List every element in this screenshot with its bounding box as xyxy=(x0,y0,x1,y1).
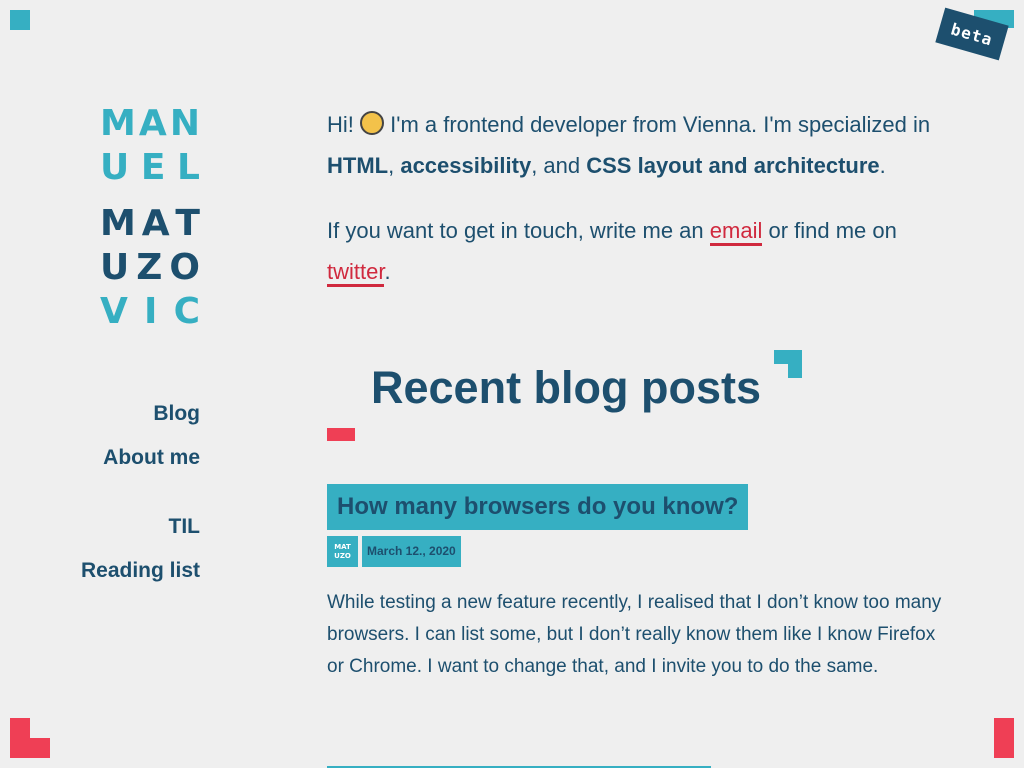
heading-bar-decoration xyxy=(327,428,355,441)
logo-letter: Z xyxy=(136,247,163,288)
main-nav: Blog About me TIL Reading list xyxy=(81,392,200,593)
logo-letter: M xyxy=(100,103,136,144)
section-heading-wrap: Recent blog posts xyxy=(327,350,947,442)
twitter-link[interactable]: twitter xyxy=(327,259,385,287)
logo-letter: U xyxy=(100,147,130,188)
skill-accessibility: accessibility xyxy=(400,153,532,178)
nav-link-blog[interactable]: Blog xyxy=(81,392,200,436)
skill-css: CSS layout and architecture xyxy=(586,153,880,178)
blog-post: How many browsers do you know? MAT UZO M… xyxy=(327,442,947,683)
greeting: Hi! xyxy=(327,112,354,137)
section-heading: Recent blog posts xyxy=(371,362,762,413)
post-title-link[interactable]: How many browsers do you know? xyxy=(327,484,749,530)
logo-line: V I C xyxy=(100,290,200,334)
contact-sentence: If you want to get in touch, write me an xyxy=(327,218,710,243)
logo-letter: N xyxy=(169,103,200,144)
skill-html: HTML xyxy=(327,153,389,178)
nav-link-about[interactable]: About me xyxy=(81,436,200,480)
main-content: Hi! I'm a frontend developer from Vienna… xyxy=(327,104,947,683)
logo-line: U Z O xyxy=(100,246,200,290)
mini-logo-text: UZO xyxy=(334,551,351,560)
intro-text: Hi! I'm a frontend developer from Vienna… xyxy=(327,104,947,186)
separator: . xyxy=(879,153,886,178)
post-meta: MAT UZO March 12., 2020 xyxy=(327,536,947,567)
corner-l-decoration xyxy=(10,718,50,758)
logo-letter: C xyxy=(173,291,200,332)
logo-letter: A xyxy=(138,103,167,144)
logo-letter: M xyxy=(100,203,136,244)
author-logo-icon: MAT UZO xyxy=(327,536,358,567)
logo-line: M A N xyxy=(100,102,200,146)
logo-letter: U xyxy=(100,247,130,288)
logo-letter: V xyxy=(100,291,128,332)
logo-letter: L xyxy=(177,147,200,188)
separator: , and xyxy=(531,153,587,178)
post-date: March 12., 2020 xyxy=(362,536,461,567)
contact-text: If you want to get in touch, write me an… xyxy=(327,210,947,292)
logo-line: M A T xyxy=(100,202,200,246)
mini-logo-text: MAT xyxy=(334,542,351,551)
logo-letter: O xyxy=(169,247,200,288)
nav-link-reading-list[interactable]: Reading list xyxy=(81,549,200,593)
corner-square-decoration xyxy=(10,10,30,30)
separator: . xyxy=(384,259,391,284)
separator: , xyxy=(388,153,401,178)
contact-sentence: or find me on xyxy=(762,218,897,243)
corner-bar-decoration xyxy=(994,718,1014,758)
page: beta M A N U E L M A T U Z O V I C Blog … xyxy=(0,0,1024,768)
heading-corner-decoration xyxy=(774,350,802,378)
logo-letter: I xyxy=(144,291,158,332)
post-excerpt: While testing a new feature recently, I … xyxy=(327,592,942,677)
site-logo[interactable]: M A N U E L M A T U Z O V I C xyxy=(100,102,200,334)
logo-letter: E xyxy=(140,147,166,188)
logo-line: U E L xyxy=(100,146,200,190)
email-link[interactable]: email xyxy=(709,218,763,246)
logo-letter: A xyxy=(141,203,170,244)
intro-sentence: I'm a frontend developer from Vienna. I'… xyxy=(384,112,931,137)
frying-pan-icon xyxy=(360,111,385,135)
nav-link-til[interactable]: TIL xyxy=(81,505,201,549)
logo-letter: T xyxy=(175,203,200,244)
